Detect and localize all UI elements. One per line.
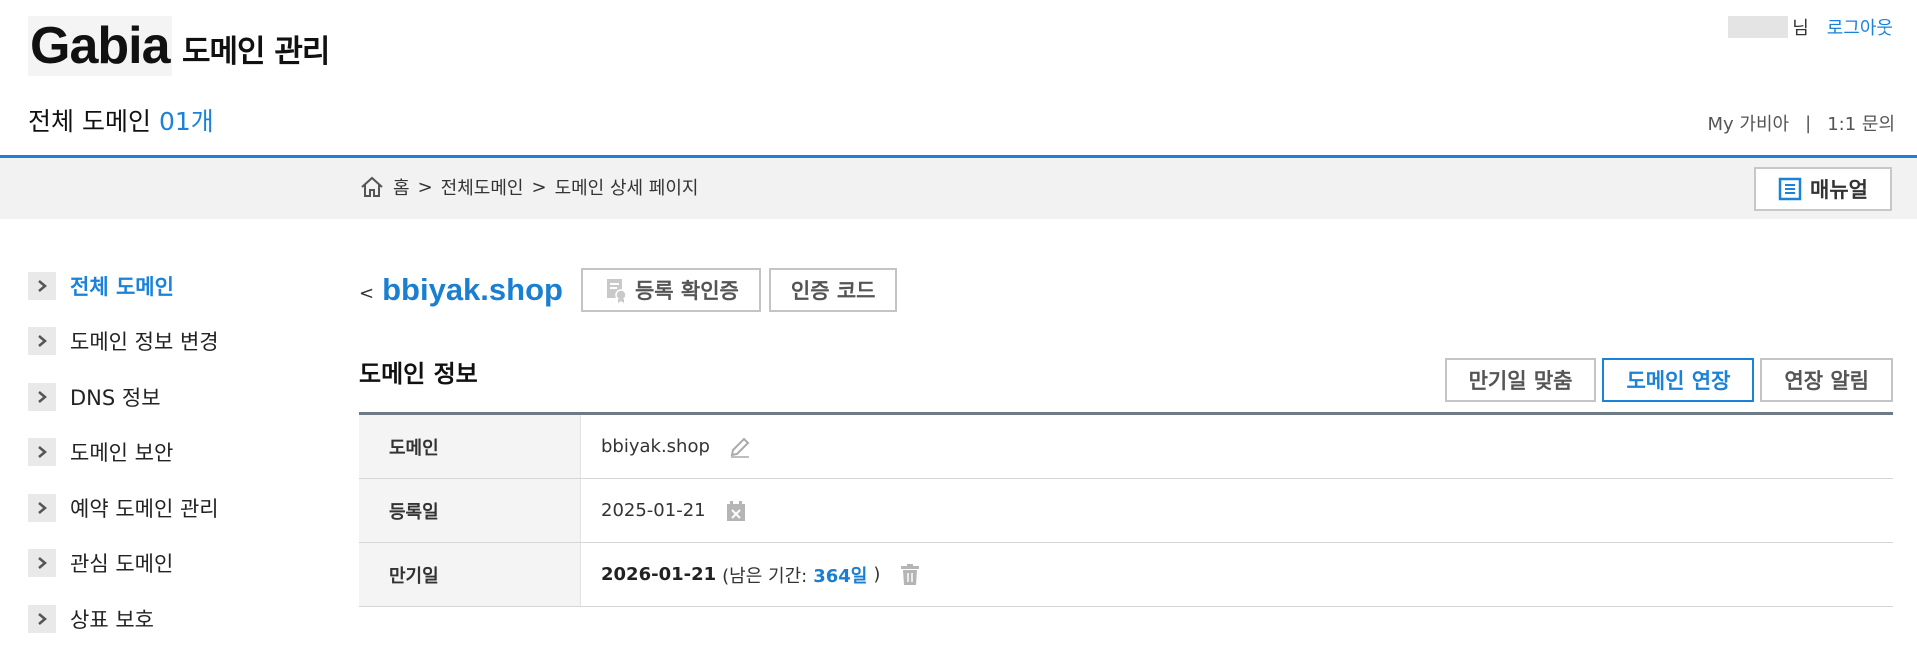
chevron-right-icon	[28, 438, 56, 467]
manual-button-label: 매뉴얼	[1810, 178, 1868, 202]
table-row: 도메인 bbiyak.shop	[359, 415, 1893, 479]
domain-count-label: 전체 도메인	[28, 107, 151, 136]
home-icon[interactable]	[359, 174, 385, 200]
calendar-icon[interactable]	[724, 499, 748, 523]
chevron-right-icon	[28, 382, 56, 411]
table-row: 만기일 2026-01-21 (남은 기간: 364일 )	[359, 543, 1893, 607]
certificate-icon	[603, 277, 629, 303]
breadcrumb-separator: >	[531, 176, 547, 198]
breadcrumb-bar: 홈 > 전체도메인 > 도메인 상세 페이지 매뉴얼	[0, 158, 1917, 219]
chevron-right-icon	[28, 604, 56, 633]
gabia-logo[interactable]: Gabia	[28, 16, 172, 76]
chevron-right-icon	[28, 549, 56, 578]
pencil-icon[interactable]	[728, 435, 752, 459]
expiry-align-button[interactable]: 만기일 맞춤	[1444, 358, 1597, 402]
inquiry-link[interactable]: 1:1 문의	[1827, 110, 1895, 136]
document-list-icon	[1778, 177, 1802, 201]
sidebar-item-dns-info[interactable]: DNS 정보	[28, 369, 328, 425]
registration-date-label: 등록일	[359, 479, 581, 542]
breadcrumb-separator: >	[417, 176, 433, 198]
breadcrumb-current: 도메인 상세 페이지	[554, 178, 699, 199]
expiry-date-cell: 2026-01-21 (남은 기간: 364일 )	[581, 543, 1893, 606]
domain-info-table: 도메인 bbiyak.shop 등록일 2025-01-21 만기일 2026-…	[359, 412, 1893, 607]
domain-count: 전체 도메인 01개	[28, 102, 214, 138]
action-buttons: 만기일 맞춤 도메인 연장 연장 알림	[1444, 358, 1893, 402]
sidebar: 전체 도메인 도메인 정보 변경 DNS 정보 도메인 보안 예약 도메인 관리…	[28, 258, 328, 647]
sidebar-item-label: 관심 도메인	[70, 552, 174, 577]
sidebar-item-domain-security[interactable]: 도메인 보안	[28, 425, 328, 481]
sidebar-item-label: 도메인 정보 변경	[70, 330, 219, 355]
chevron-right-icon	[28, 493, 56, 522]
renewal-alert-button[interactable]: 연장 알림	[1760, 358, 1893, 402]
service-title: 도메인 관리	[182, 34, 330, 70]
domain-count-value[interactable]: 01개	[159, 107, 214, 136]
sidebar-item-label: DNS 정보	[70, 385, 161, 410]
expiry-date-value: 2026-01-21	[601, 564, 717, 585]
back-arrow-button[interactable]: <	[359, 283, 374, 304]
remaining-days: 364일	[813, 565, 868, 587]
sidebar-item-reserved-domains[interactable]: 예약 도메인 관리	[28, 480, 328, 536]
sidebar-item-label: 도메인 보안	[70, 441, 174, 466]
remaining-suffix: )	[873, 564, 881, 585]
sidebar-item-label: 상표 보호	[70, 607, 154, 632]
sidebar-item-domain-info-change[interactable]: 도메인 정보 변경	[28, 314, 328, 370]
breadcrumb-all-domains[interactable]: 전체도메인	[441, 174, 524, 200]
section-title: 도메인 정보	[359, 360, 478, 388]
link-separator: |	[1805, 112, 1812, 134]
top-links: My 가비아 | 1:1 문의	[1708, 110, 1895, 136]
user-box: 님 로그아웃	[1728, 14, 1893, 40]
sidebar-item-label: 전체 도메인	[70, 274, 174, 299]
expiry-date-label: 만기일	[359, 543, 581, 606]
table-row: 등록일 2025-01-21	[359, 479, 1893, 543]
remaining-prefix: (남은 기간:	[722, 565, 808, 587]
registration-date-value: 2025-01-21	[601, 500, 706, 521]
logout-link[interactable]: 로그아웃	[1827, 14, 1893, 40]
sidebar-item-all-domains[interactable]: 전체 도메인	[28, 258, 328, 314]
header: Gabia 도메인 관리 전체 도메인 01개 님 로그아웃 My 가비아 | 1…	[0, 0, 1917, 158]
breadcrumb-home[interactable]: 홈	[393, 174, 410, 200]
sidebar-item-watched-domains[interactable]: 관심 도메인	[28, 536, 328, 592]
domain-header: < bbiyak.shop 등록 확인증 인증 코드	[359, 268, 898, 312]
registration-certificate-label: 등록 확인증	[634, 279, 739, 303]
registration-certificate-button[interactable]: 등록 확인증	[580, 268, 761, 312]
domain-label: 도메인	[359, 415, 581, 478]
sidebar-item-label: 예약 도메인 관리	[70, 496, 219, 521]
breadcrumb: 홈 > 전체도메인 > 도메인 상세 페이지	[359, 174, 699, 200]
domain-value: bbiyak.shop	[601, 436, 710, 457]
manual-button[interactable]: 매뉴얼	[1754, 167, 1892, 211]
chevron-right-icon	[28, 327, 56, 356]
user-name-redacted	[1728, 16, 1789, 38]
domain-renew-button[interactable]: 도메인 연장	[1602, 358, 1755, 402]
user-suffix: 님	[1792, 18, 1809, 39]
domain-value-cell: bbiyak.shop	[581, 415, 1893, 478]
my-gabia-link[interactable]: My 가비아	[1708, 110, 1790, 136]
auth-code-label: 인증 코드	[790, 279, 876, 303]
trash-icon[interactable]	[898, 563, 922, 587]
sidebar-item-trademark-protection[interactable]: 상표 보호	[28, 591, 328, 647]
auth-code-button[interactable]: 인증 코드	[768, 268, 898, 312]
chevron-right-icon	[28, 271, 56, 300]
registration-date-cell: 2025-01-21	[581, 479, 1893, 542]
domain-title: bbiyak.shop	[382, 272, 563, 307]
